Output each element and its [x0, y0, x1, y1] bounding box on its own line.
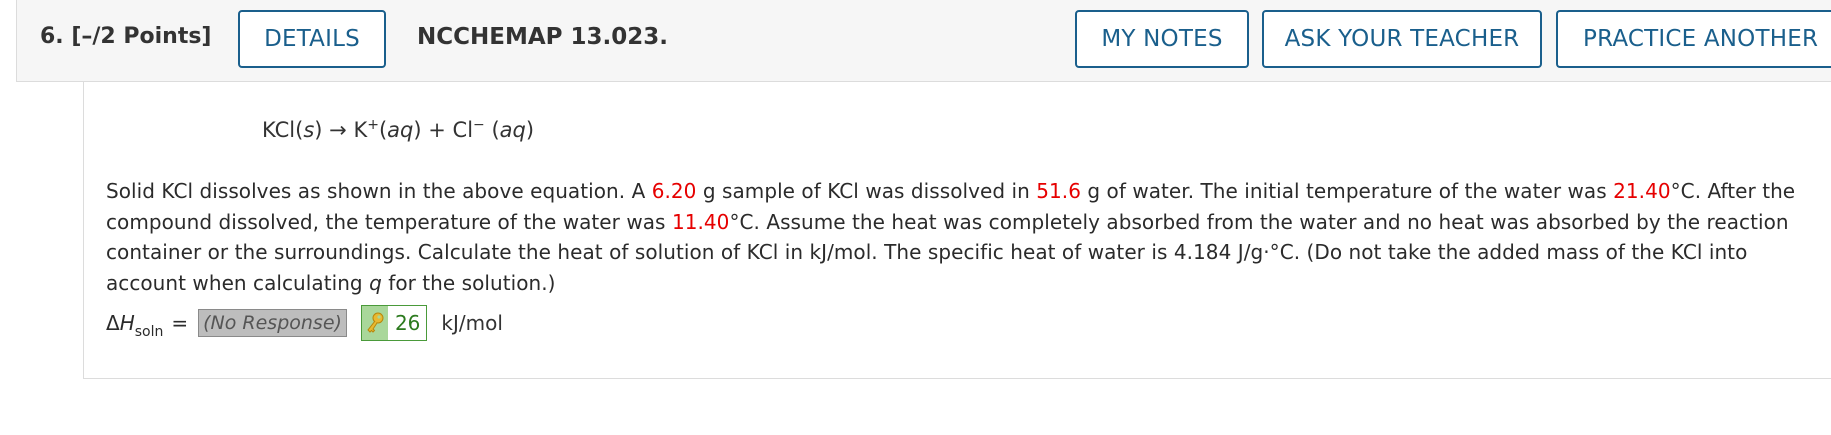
question-number: 6. [–/2 Points] [40, 24, 212, 49]
initial-temp-value: 21.40 [1613, 179, 1671, 203]
no-response-field[interactable]: (No Response) [198, 309, 347, 337]
problem-text: Solid KCl dissolves as shown in the abov… [106, 179, 1796, 295]
my-notes-button[interactable]: MY NOTES [1075, 10, 1249, 68]
final-temp-value: 11.40 [671, 209, 730, 234]
mass-water-value: 51.6 [1036, 179, 1081, 203]
correct-answer-value: 26 [394, 311, 421, 335]
equals-sign: = [171, 311, 189, 335]
practice-another-button[interactable]: PRACTICE ANOTHER [1556, 10, 1831, 68]
ask-your-teacher-button[interactable]: ASK YOUR TEACHER [1262, 10, 1542, 68]
mass-kcl-value: 6.20 [651, 179, 697, 203]
unit-label: kJ/mol [441, 311, 503, 335]
answer-row: ΔHsoln = (No Response) 26 kJ/mol [106, 305, 503, 341]
assignment-id: NCCHEMAP 13.023. [417, 24, 669, 50]
chemical-equation: KCl(s) → K+(aq) + Cl− (aq) [262, 117, 535, 142]
answer-key-box: 26 [360, 305, 428, 341]
delta-h-label: ΔHsoln [106, 311, 164, 340]
key-icon [361, 306, 388, 340]
details-button[interactable]: DETAILS [238, 10, 386, 68]
